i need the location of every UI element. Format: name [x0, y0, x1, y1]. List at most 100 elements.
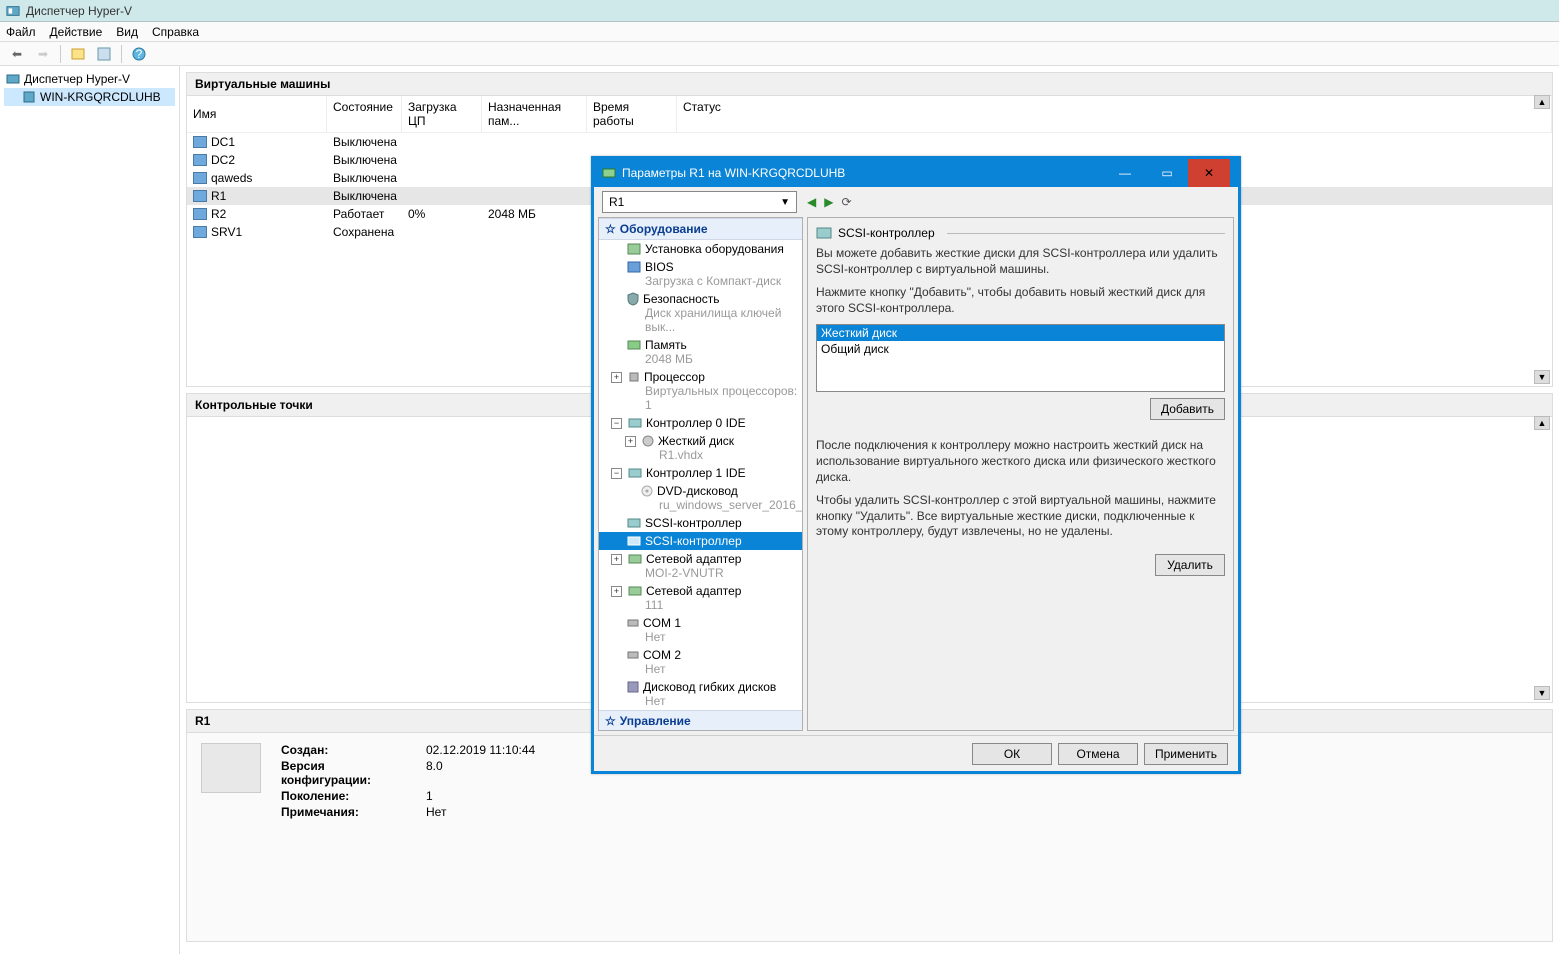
vm-grid-header: Имя Состояние Загрузка ЦП Назначенная па…	[187, 96, 1552, 133]
nav-pane: Диспетчер Hyper-V WIN-KRGQRCDLUHB	[0, 66, 180, 954]
settings-tree: ☆ Оборудование Установка оборудования BI…	[598, 217, 803, 731]
tree-bios[interactable]: BIOSЗагрузка с Компакт-диск	[599, 258, 802, 290]
maximize-button[interactable]: ▭	[1146, 159, 1188, 187]
col-name[interactable]: Имя	[187, 96, 327, 132]
tree-ide0[interactable]: −Контроллер 0 IDE	[599, 414, 802, 432]
menu-view[interactable]: Вид	[116, 25, 138, 39]
properties-icon[interactable]	[93, 44, 115, 64]
disk-icon	[642, 435, 654, 447]
menu-action[interactable]: Действие	[50, 25, 103, 39]
vm-cpu	[402, 151, 482, 169]
remove-button[interactable]: Удалить	[1155, 554, 1225, 576]
nav-host[interactable]: WIN-KRGQRCDLUHB	[4, 88, 175, 106]
tree-floppy[interactable]: Дисковод гибких дисковНет	[599, 678, 802, 710]
tree-security[interactable]: БезопасностьДиск хранилища ключей вык...	[599, 290, 802, 336]
minimize-button[interactable]: —	[1104, 159, 1146, 187]
main-title: Диспетчер Hyper-V	[26, 4, 132, 18]
dialog-titlebar: Параметры R1 на WIN-KRGQRCDLUHB — ▭ ✕	[594, 159, 1238, 187]
prev-icon[interactable]: ◀	[807, 195, 816, 209]
col-cpu[interactable]: Загрузка ЦП	[402, 96, 482, 132]
expand-icon[interactable]: +	[611, 554, 622, 565]
scroll-up-icon[interactable]: ▲	[1534, 416, 1550, 430]
settings-icon	[602, 166, 616, 180]
vm-cpu	[402, 187, 482, 205]
col-mem[interactable]: Назначенная пам...	[482, 96, 587, 132]
tree-scsi2[interactable]: SCSI-контроллер	[599, 532, 802, 550]
add-button[interactable]: Добавить	[1150, 398, 1225, 420]
right-para-3: После подключения к контроллеру можно на…	[816, 438, 1225, 485]
tree-scsi1[interactable]: SCSI-контроллер	[599, 514, 802, 532]
collapse-icon[interactable]: −	[611, 468, 622, 479]
created-value: 02.12.2019 11:10:44	[426, 743, 535, 757]
help-icon[interactable]: ?	[128, 44, 150, 64]
tree-com1[interactable]: COM 1Нет	[599, 614, 802, 646]
vm-name: R1	[211, 189, 226, 203]
controller-icon	[628, 468, 642, 478]
collapse-icon[interactable]: −	[611, 418, 622, 429]
notes-label: Примечания:	[281, 805, 406, 819]
vm-mem	[482, 187, 587, 205]
scroll-up-icon[interactable]: ▲	[1534, 95, 1550, 109]
settings-right-pane: SCSI-контроллер Вы можете добавить жестк…	[807, 217, 1234, 731]
tree-cpu[interactable]: +ПроцессорВиртуальных процессоров: 1	[599, 368, 802, 414]
right-para-2: Нажмите кнопку "Добавить", чтобы добавит…	[816, 285, 1225, 316]
hardware-section[interactable]: ☆ Оборудование	[599, 218, 802, 240]
dvd-icon	[641, 485, 653, 497]
vm-icon	[193, 226, 207, 238]
ok-button[interactable]: ОК	[972, 743, 1052, 765]
close-button[interactable]: ✕	[1188, 159, 1230, 187]
collapse-icon: ☆	[605, 714, 616, 728]
col-status[interactable]: Статус	[677, 96, 1552, 132]
tree-hdd[interactable]: +Жесткий дискR1.vhdx	[599, 432, 802, 464]
forward-icon[interactable]: ➡	[32, 44, 54, 64]
vm-cpu	[402, 133, 482, 151]
vm-name: qaweds	[211, 171, 252, 185]
tree-add-hardware[interactable]: Установка оборудования	[599, 240, 802, 258]
vm-state: Выключена	[327, 133, 402, 151]
nic-icon	[628, 586, 642, 596]
vm-state: Работает	[327, 205, 402, 223]
menu-file[interactable]: Файл	[6, 25, 36, 39]
menu-help[interactable]: Справка	[152, 25, 199, 39]
vm-name: DC1	[211, 135, 235, 149]
vm-select[interactable]: R1 ▼	[602, 191, 797, 213]
scroll-down-icon[interactable]: ▼	[1534, 370, 1550, 384]
apply-button[interactable]: Применить	[1144, 743, 1228, 765]
nav-root[interactable]: Диспетчер Hyper-V	[4, 70, 175, 88]
disk-type-list[interactable]: Жесткий диск Общий диск	[816, 324, 1225, 392]
toolbar: ⬅ ➡ ?	[0, 42, 1559, 66]
cpu-icon	[628, 371, 640, 383]
vm-mem	[482, 169, 587, 187]
expand-icon[interactable]: +	[625, 436, 636, 447]
col-time[interactable]: Время работы	[587, 96, 677, 132]
scroll-down-icon[interactable]: ▼	[1534, 686, 1550, 700]
management-section[interactable]: ☆ Управление	[599, 710, 802, 731]
right-title: SCSI-контроллер	[838, 226, 935, 240]
tree-nic2[interactable]: +Сетевой адаптер111	[599, 582, 802, 614]
vm-state: Выключена	[327, 187, 402, 205]
vm-row[interactable]: DC1 Выключена	[187, 133, 1552, 151]
disk-type-hard[interactable]: Жесткий диск	[817, 325, 1224, 341]
floppy-icon	[627, 681, 639, 693]
expand-icon[interactable]: +	[611, 372, 622, 383]
cancel-button[interactable]: Отмена	[1058, 743, 1138, 765]
explore-icon[interactable]	[67, 44, 89, 64]
col-state[interactable]: Состояние	[327, 96, 402, 132]
tree-ide1[interactable]: −Контроллер 1 IDE	[599, 464, 802, 482]
back-icon[interactable]: ⬅	[6, 44, 28, 64]
vm-name: SRV1	[211, 225, 242, 239]
nic-icon	[628, 554, 642, 564]
memory-icon	[627, 340, 641, 350]
tree-memory[interactable]: Память2048 МБ	[599, 336, 802, 368]
next-icon[interactable]: ▶	[824, 195, 833, 209]
disk-type-shared[interactable]: Общий диск	[817, 341, 1224, 357]
chevron-down-icon: ▼	[780, 197, 790, 208]
refresh-icon[interactable]: ⟳	[841, 195, 851, 209]
tree-dvd[interactable]: DVD-дисководru_windows_server_2016_...	[599, 482, 802, 514]
tree-nic1[interactable]: +Сетевой адаптерMOI-2-VNUTR	[599, 550, 802, 582]
notes-value: Нет	[426, 805, 446, 819]
version-value: 8.0	[426, 759, 443, 787]
vm-icon	[193, 172, 207, 184]
expand-icon[interactable]: +	[611, 586, 622, 597]
tree-com2[interactable]: COM 2Нет	[599, 646, 802, 678]
